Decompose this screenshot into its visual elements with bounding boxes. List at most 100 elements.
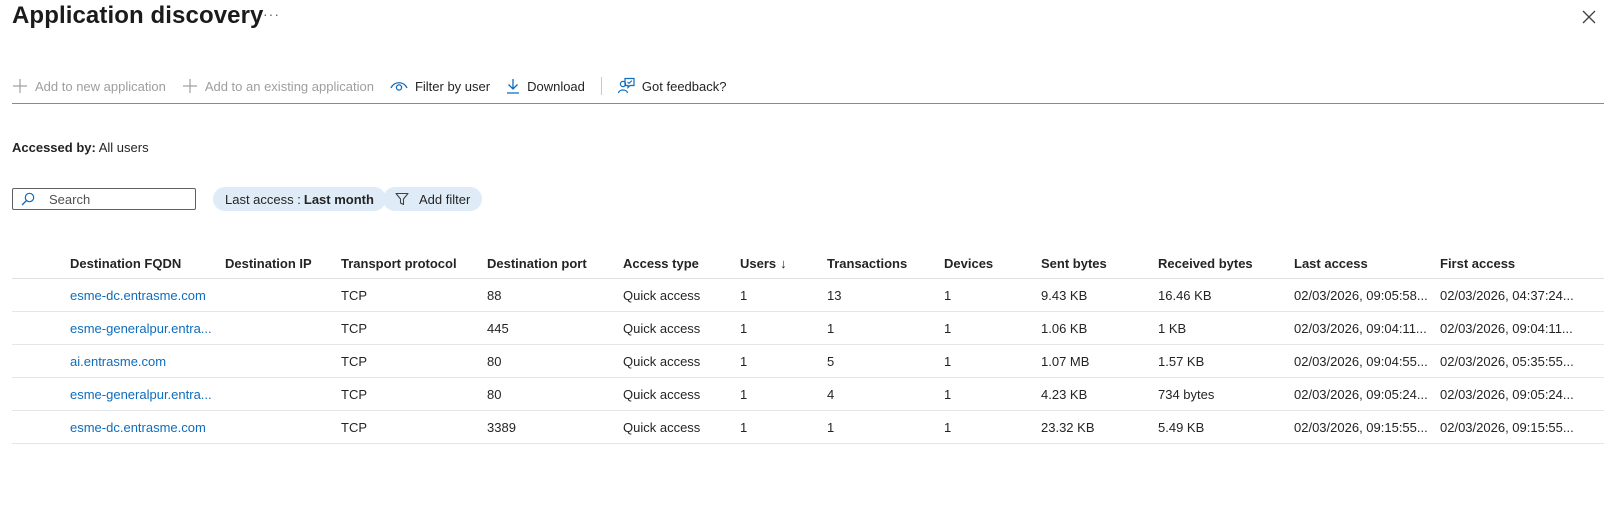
command-bar: Add to new application Add to an existin… xyxy=(12,72,1604,100)
destination-fqdn-link[interactable]: esme-dc.entrasme.com xyxy=(70,278,225,312)
access-type-cell: Quick access xyxy=(623,410,740,444)
users-cell: 1 xyxy=(740,410,827,444)
add-to-new-application-label: Add to new application xyxy=(35,78,166,94)
download-button[interactable]: Download xyxy=(506,78,585,94)
sent-bytes-cell: 4.23 KB xyxy=(1041,377,1158,411)
accessed-by-label: Accessed by: xyxy=(12,140,96,155)
access-type-cell: Quick access xyxy=(623,311,740,345)
download-label: Download xyxy=(527,78,585,94)
transactions-cell: 1 xyxy=(827,311,944,345)
access-type-cell: Quick access xyxy=(623,278,740,312)
received-bytes-cell: 734 bytes xyxy=(1158,377,1294,411)
column-header-sent-bytes[interactable]: Sent bytes xyxy=(1041,248,1158,279)
last-access-cell: 02/03/2026, 09:04:11... xyxy=(1294,311,1440,345)
column-header-transactions[interactable]: Transactions xyxy=(827,248,944,279)
destination-ip-cell xyxy=(225,377,341,411)
first-access-cell: 02/03/2026, 09:04:11... xyxy=(1440,311,1604,345)
column-header-destination-fqdn[interactable]: Destination FQDN xyxy=(70,248,225,279)
transport-protocol-cell: TCP xyxy=(341,377,487,411)
table-row[interactable]: esme-generalpur.entra... TCP 445 Quick a… xyxy=(12,311,1604,345)
devices-cell: 1 xyxy=(944,377,1041,411)
sent-bytes-cell: 1.06 KB xyxy=(1041,311,1158,345)
destination-ip-cell xyxy=(225,410,341,444)
first-access-cell: 02/03/2026, 05:35:55... xyxy=(1440,344,1604,378)
column-header-destination-port[interactable]: Destination port xyxy=(487,248,623,279)
application-discovery-page: Application discovery ··· Add to new app… xyxy=(0,0,1615,514)
last-access-filter-label: Last access : xyxy=(225,191,301,207)
table-row[interactable]: esme-dc.entrasme.com TCP 88 Quick access… xyxy=(12,278,1604,312)
destination-port-cell: 445 xyxy=(487,311,623,345)
column-header-transport-protocol[interactable]: Transport protocol xyxy=(341,248,487,279)
sent-bytes-cell: 9.43 KB xyxy=(1041,278,1158,312)
table-header-row: Destination FQDN Destination IP Transpor… xyxy=(12,248,1604,279)
discovered-applications-table: Destination FQDN Destination IP Transpor… xyxy=(12,248,1604,444)
toolbar-divider xyxy=(600,77,602,95)
column-header-first-access[interactable]: First access xyxy=(1440,248,1604,279)
devices-cell: 1 xyxy=(944,311,1041,345)
row-select-cell[interactable] xyxy=(12,410,70,444)
column-header-destination-ip[interactable]: Destination IP xyxy=(225,248,341,279)
users-cell: 1 xyxy=(740,377,827,411)
transport-protocol-cell: TCP xyxy=(341,311,487,345)
destination-port-cell: 3389 xyxy=(487,410,623,444)
column-header-last-access[interactable]: Last access xyxy=(1294,248,1440,279)
access-type-cell: Quick access xyxy=(623,377,740,411)
funnel-icon xyxy=(395,192,409,206)
search-input[interactable] xyxy=(47,190,191,208)
last-access-filter-value: Last month xyxy=(303,191,374,207)
accessed-by-info: Accessed by: All users xyxy=(12,140,149,155)
search-box[interactable] xyxy=(12,188,196,210)
table-row[interactable]: ai.entrasme.com TCP 80 Quick access 1 5 … xyxy=(12,344,1604,378)
destination-port-cell: 80 xyxy=(487,344,623,378)
destination-port-cell: 88 xyxy=(487,278,623,312)
add-to-existing-application-button[interactable]: Add to an existing application xyxy=(182,78,374,94)
last-access-cell: 02/03/2026, 09:05:24... xyxy=(1294,377,1440,411)
plus-icon xyxy=(13,79,27,93)
last-access-cell: 02/03/2026, 09:04:55... xyxy=(1294,344,1440,378)
devices-cell: 1 xyxy=(944,410,1041,444)
last-access-cell: 02/03/2026, 09:15:55... xyxy=(1294,410,1440,444)
users-cell: 1 xyxy=(740,278,827,312)
add-to-new-application-button[interactable]: Add to new application xyxy=(12,78,166,94)
sort-descending-icon: ↓ xyxy=(780,255,787,271)
destination-ip-cell xyxy=(225,311,341,345)
column-header-received-bytes[interactable]: Received bytes xyxy=(1158,248,1294,279)
row-select-cell[interactable] xyxy=(12,311,70,345)
destination-fqdn-link[interactable]: esme-generalpur.entra... xyxy=(70,311,225,345)
transactions-cell: 13 xyxy=(827,278,944,312)
row-select-cell[interactable] xyxy=(12,344,70,378)
more-options-button[interactable]: ··· xyxy=(263,6,280,22)
search-icon xyxy=(21,192,35,206)
got-feedback-label: Got feedback? xyxy=(641,78,727,94)
destination-fqdn-link[interactable]: esme-generalpur.entra... xyxy=(70,377,225,411)
sent-bytes-cell: 23.32 KB xyxy=(1041,410,1158,444)
devices-cell: 1 xyxy=(944,278,1041,312)
accessed-by-value: All users xyxy=(98,140,149,155)
column-header-devices[interactable]: Devices xyxy=(944,248,1041,279)
add-filter-button[interactable]: Add filter xyxy=(383,187,483,211)
received-bytes-cell: 5.49 KB xyxy=(1158,410,1294,444)
filter-by-user-button[interactable]: Filter by user xyxy=(390,79,490,94)
column-header-access-type[interactable]: Access type xyxy=(623,248,740,279)
row-select-cell[interactable] xyxy=(12,377,70,411)
destination-ip-cell xyxy=(225,278,341,312)
got-feedback-button[interactable]: Got feedback? xyxy=(617,77,727,95)
transactions-cell: 1 xyxy=(827,410,944,444)
feedback-icon xyxy=(617,77,635,94)
last-access-filter-pill[interactable]: Last access : Last month xyxy=(213,187,386,211)
access-type-cell: Quick access xyxy=(623,344,740,378)
destination-fqdn-link[interactable]: esme-dc.entrasme.com xyxy=(70,410,225,444)
received-bytes-cell: 1 KB xyxy=(1158,311,1294,345)
row-select-cell[interactable] xyxy=(12,278,70,312)
eye-icon xyxy=(390,82,408,91)
received-bytes-cell: 1.57 KB xyxy=(1158,344,1294,378)
download-icon xyxy=(507,79,520,94)
first-access-cell: 02/03/2026, 09:05:24... xyxy=(1440,377,1604,411)
table-row[interactable]: esme-dc.entrasme.com TCP 3389 Quick acce… xyxy=(12,410,1604,444)
destination-fqdn-link[interactable]: ai.entrasme.com xyxy=(70,344,225,378)
close-icon[interactable] xyxy=(1580,8,1598,26)
transport-protocol-cell: TCP xyxy=(341,344,487,378)
table-row[interactable]: esme-generalpur.entra... TCP 80 Quick ac… xyxy=(12,377,1604,411)
users-cell: 1 xyxy=(740,344,827,378)
column-header-users[interactable]: Users ↓ xyxy=(740,248,827,279)
